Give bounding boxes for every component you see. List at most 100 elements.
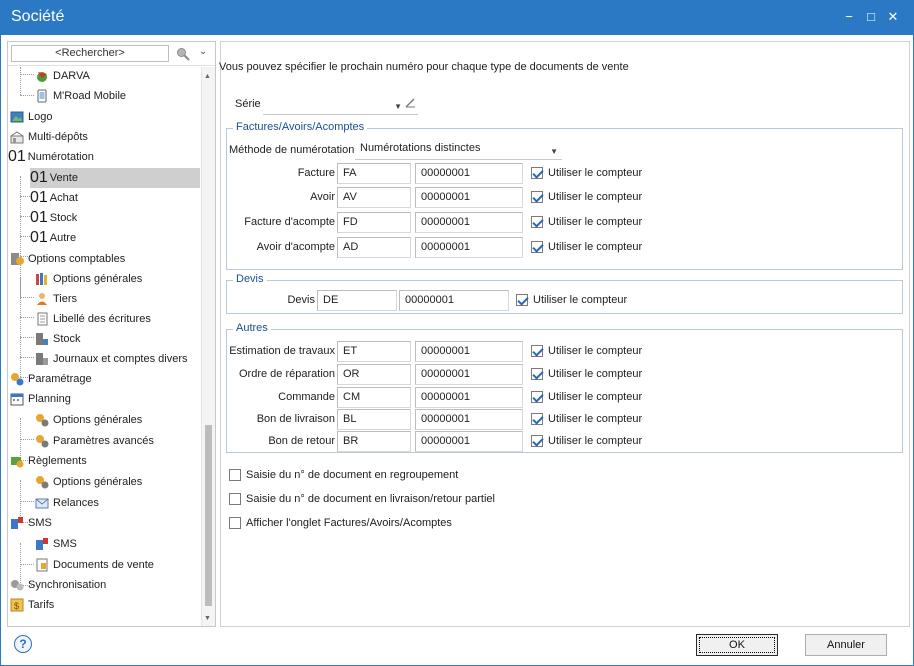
stock-icon (36, 333, 48, 345)
sidebar-item-options-comptables[interactable]: Options comptables (10, 249, 125, 269)
sidebar-item-stock-numbering[interactable]: 01 Stock (30, 208, 77, 228)
sidebar-item-parametrage[interactable]: Paramétrage (10, 369, 92, 389)
chevron-down-icon[interactable]: ▼ (394, 97, 402, 116)
cancel-button[interactable]: Annuler (805, 634, 887, 656)
bon-de-livraison-prefix-input[interactable]: BL (337, 409, 411, 430)
ordre-de-reparation-prefix-input[interactable]: OR (337, 364, 411, 385)
sms-icon (36, 538, 48, 550)
sidebar-item-autre[interactable]: 01 Autre (30, 228, 76, 248)
ok-button[interactable]: OK (696, 634, 778, 656)
facture-d-acompte-use-counter-checkbox[interactable] (531, 216, 543, 228)
sidebar-item-achat[interactable]: 01 Achat (30, 188, 78, 208)
sidebar-item-documents-de-vente[interactable]: Documents de vente (35, 555, 154, 575)
chevron-down-icon[interactable]: ▼ (550, 142, 558, 161)
avoir-d-acompte-number-input[interactable]: 00000001 (415, 237, 523, 258)
sidebar-item-numerotation[interactable]: 01 Numérotation (8, 147, 94, 167)
devis-number-input[interactable]: 00000001 (399, 290, 509, 311)
avoir-number-input[interactable]: 00000001 (415, 187, 523, 208)
facture-d-acompte-prefix-input[interactable]: FD (337, 212, 411, 233)
bon-de-livraison-label: Bon de livraison (256, 413, 335, 425)
svg-text:$: $ (14, 601, 19, 611)
option-checkbox-3[interactable] (229, 517, 241, 529)
estimation-de-travaux-use-counter-checkbox[interactable] (531, 345, 543, 357)
books-icon (36, 273, 47, 285)
gears-icon (36, 476, 49, 489)
close-icon[interactable]: ✕ (887, 10, 899, 24)
warehouse-icon (10, 131, 24, 144)
edit-icon[interactable] (405, 97, 416, 108)
footer: ? OK Annuler (1, 629, 913, 665)
sidebar-item-options-generales-compta[interactable]: Options générales (35, 269, 142, 289)
avoir-prefix-input[interactable]: AV (337, 187, 411, 208)
sidebar-item-options-generales-reglements[interactable]: Options générales (35, 472, 142, 492)
ordre-de-reparation-number-input[interactable]: 00000001 (415, 364, 523, 385)
avoir-d-acompte-use-counter-label: Utiliser le compteur (548, 241, 643, 253)
sidebar-item-relances[interactable]: Relances (35, 493, 99, 513)
bon-de-livraison-use-counter-checkbox[interactable] (531, 413, 543, 425)
societe-window: Société − □ ✕ <Rechercher> ⌄ DARVA M'Roa… (0, 0, 914, 666)
sidebar-item-options-generales-planning[interactable]: Options générales (35, 410, 142, 430)
ordre-de-reparation-use-counter-checkbox[interactable] (531, 368, 543, 380)
commande-use-counter-label: Utiliser le compteur (548, 391, 643, 403)
ordre-de-reparation-label: Ordre de réparation (239, 368, 335, 380)
facture-prefix-input[interactable]: FA (337, 163, 411, 184)
sidebar-item-tiers[interactable]: Tiers (35, 289, 77, 309)
facture-use-counter-checkbox[interactable] (531, 167, 543, 179)
facture-d-acompte-number-input[interactable]: 00000001 (415, 212, 523, 233)
maximize-icon[interactable]: □ (865, 10, 877, 24)
avoir-use-counter-checkbox[interactable] (531, 191, 543, 203)
option-checkbox-1[interactable] (229, 469, 241, 481)
sidebar-item-synchronisation[interactable]: Synchronisation (10, 575, 106, 595)
sidebar-item-sms[interactable]: SMS (10, 513, 52, 533)
sidebar-item-planning[interactable]: Planning (10, 389, 71, 409)
sidebar-item-sms-sub[interactable]: SMS (35, 534, 77, 554)
payment-icon (11, 457, 24, 468)
facture-number-input[interactable]: 00000001 (415, 163, 523, 184)
navigation-panel: <Rechercher> ⌄ DARVA M'Road Mobile Logo … (7, 41, 216, 627)
sidebar-item-libelle-ecritures[interactable]: Libellé des écritures (35, 309, 151, 329)
sidebar-item-logo[interactable]: Logo (10, 107, 52, 127)
search-icon[interactable] (176, 47, 190, 61)
commande-number-input[interactable]: 00000001 (415, 387, 523, 408)
autres-group-title: Autres (233, 322, 271, 334)
avoir-label: Avoir (310, 191, 335, 203)
avoir-d-acompte-label: Avoir d'acompte (256, 241, 335, 253)
sidebar-item-reglements[interactable]: Règlements (10, 451, 87, 471)
devis-use-counter-checkbox[interactable] (516, 294, 528, 306)
serie-select[interactable]: ▼ (263, 94, 418, 115)
tree-scrollbar[interactable]: ▲ ▼ (201, 67, 215, 626)
sidebar-item-darva[interactable]: DARVA (35, 67, 90, 86)
estimation-de-travaux-number-input[interactable]: 00000001 (415, 341, 523, 362)
bon-de-retour-use-counter-checkbox[interactable] (531, 435, 543, 447)
avoir-d-acompte-prefix-input[interactable]: AD (337, 237, 411, 258)
estimation-de-travaux-prefix-input[interactable]: ET (337, 341, 411, 362)
sidebar-item-stock-compta[interactable]: Stock (35, 329, 81, 349)
devis-prefix-input[interactable]: DE (317, 290, 397, 311)
help-icon[interactable]: ? (14, 635, 32, 653)
price-icon: $ (10, 598, 24, 612)
scrollbar-thumb[interactable] (205, 425, 212, 606)
method-select[interactable]: Numérotations distinctes ▼ (355, 139, 562, 160)
bon-de-retour-number-input[interactable]: 00000001 (415, 431, 523, 452)
sidebar-item-parametres-avances[interactable]: Paramètres avancés (35, 431, 154, 451)
commande-prefix-input[interactable]: CM (337, 387, 411, 408)
scroll-down-icon[interactable]: ▼ (204, 615, 211, 622)
sidebar-item-mroad-mobile[interactable]: M'Road Mobile (35, 86, 126, 106)
sidebar-item-journaux[interactable]: Journaux et comptes divers (35, 349, 188, 369)
avoir-d-acompte-use-counter-checkbox[interactable] (531, 241, 543, 253)
sidebar-item-multi-depots[interactable]: Multi-dépôts (10, 127, 88, 147)
accounting-icon (11, 253, 24, 265)
sidebar-item-vente[interactable]: 01 Vente (30, 168, 200, 188)
method-label: Méthode de numérotation (229, 144, 355, 156)
sidebar-item-tarifs[interactable]: $ Tarifs (10, 595, 54, 615)
commande-use-counter-checkbox[interactable] (531, 391, 543, 403)
chevron-down-icon[interactable]: ⌄ (199, 46, 207, 57)
search-input[interactable]: <Rechercher> (11, 45, 169, 62)
bon-de-retour-label: Bon de retour (268, 435, 335, 447)
option-checkbox-2[interactable] (229, 493, 241, 505)
bon-de-retour-prefix-input[interactable]: BR (337, 431, 411, 452)
scroll-up-icon[interactable]: ▲ (204, 73, 211, 80)
minimize-icon[interactable]: − (843, 10, 855, 24)
bon-de-livraison-number-input[interactable]: 00000001 (415, 409, 523, 430)
factures-group-title: Factures/Avoirs/Acomptes (233, 121, 368, 133)
